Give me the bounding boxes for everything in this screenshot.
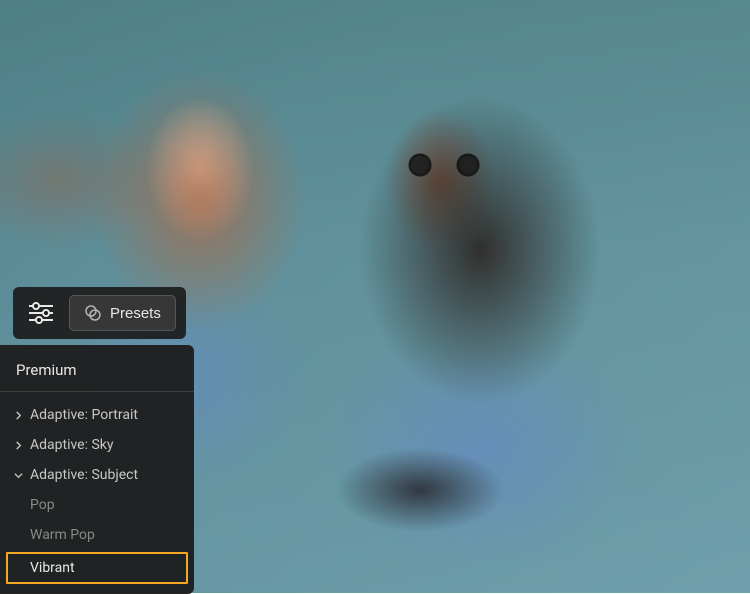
presets-button-label: Presets xyxy=(110,305,161,322)
sliders-icon[interactable] xyxy=(23,299,59,327)
preset-item-warm-pop[interactable]: Warm Pop xyxy=(0,520,194,550)
preset-item-pop[interactable]: Pop xyxy=(0,490,194,520)
preset-group-adaptive-subject[interactable]: Adaptive: Subject xyxy=(0,460,194,490)
chevron-right-icon xyxy=(12,439,24,451)
presets-icon xyxy=(84,304,102,322)
presets-panel: Premium Adaptive: Portrait Adaptive: Sky… xyxy=(0,345,194,594)
chevron-down-icon xyxy=(12,469,24,481)
preset-group-adaptive-portrait[interactable]: Adaptive: Portrait xyxy=(0,400,194,430)
edit-toolbar: Presets xyxy=(13,287,186,339)
chevron-right-icon xyxy=(12,409,24,421)
preset-group-label: Adaptive: Sky xyxy=(30,437,114,453)
preset-group-adaptive-sky[interactable]: Adaptive: Sky xyxy=(0,430,194,460)
preset-group-label: Adaptive: Subject xyxy=(30,467,138,483)
preset-item-vibrant[interactable]: Vibrant xyxy=(6,552,188,584)
preset-group-label: Adaptive: Portrait xyxy=(30,407,138,423)
panel-tab-premium[interactable]: Premium xyxy=(0,345,194,392)
presets-button[interactable]: Presets xyxy=(69,295,176,331)
